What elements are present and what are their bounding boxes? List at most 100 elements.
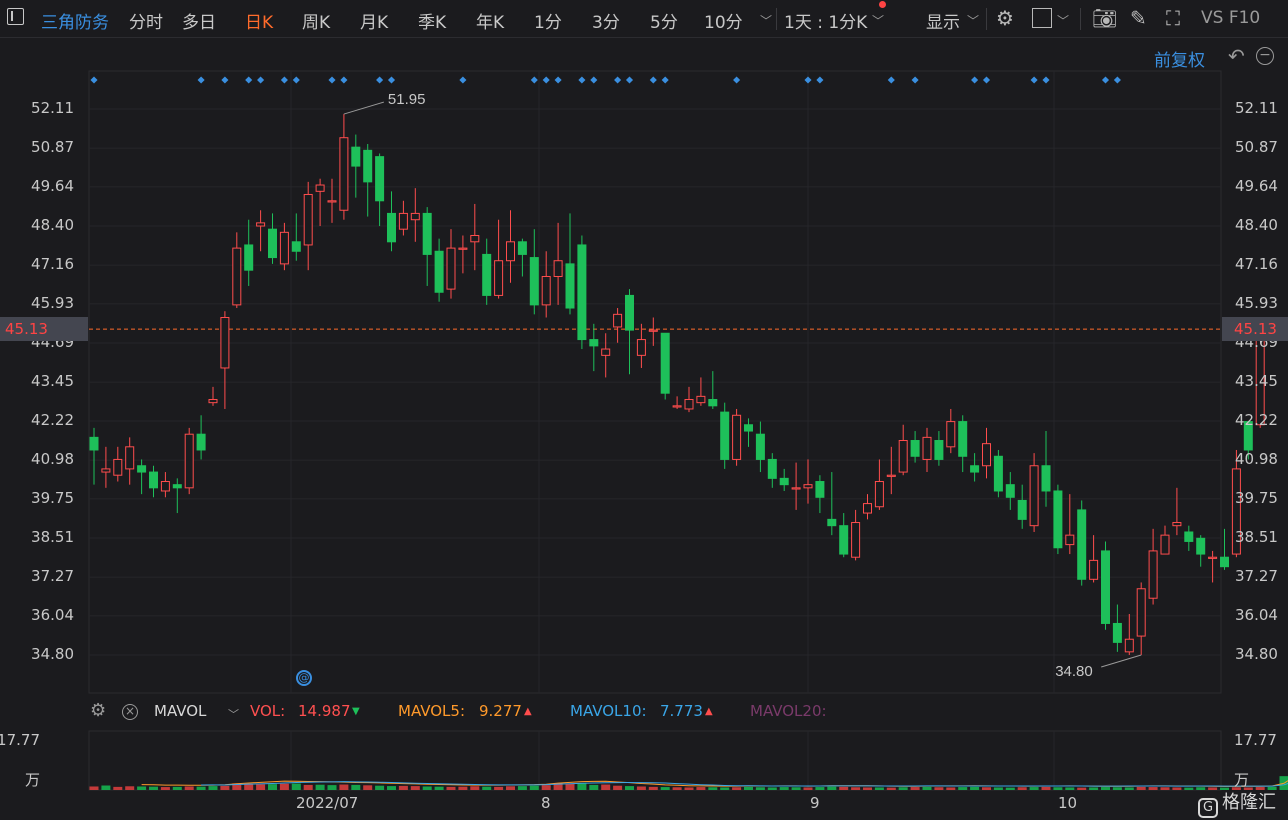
candle-body xyxy=(1208,556,1218,559)
candle-body xyxy=(636,339,646,356)
y-tick-label: 42.22 xyxy=(31,410,74,429)
candle-body xyxy=(601,348,611,356)
signal-marker xyxy=(221,76,229,84)
candle-body xyxy=(375,156,385,202)
volume-bar xyxy=(315,784,325,790)
volume-bar xyxy=(1041,786,1051,790)
volume-bar xyxy=(1148,787,1158,790)
volume-bar xyxy=(410,786,420,790)
close-icon[interactable]: × xyxy=(122,704,138,720)
candle-body xyxy=(863,503,872,514)
signal-marker xyxy=(554,76,562,84)
y-tick-label: 48.40 xyxy=(1235,216,1278,235)
candle-body xyxy=(184,433,194,489)
signal-marker xyxy=(1042,76,1050,84)
volume-bar xyxy=(636,786,646,790)
candle-body xyxy=(363,149,373,183)
volume-bar xyxy=(934,787,944,790)
volume-bar xyxy=(196,786,206,790)
volume-bar xyxy=(708,787,718,790)
y-tick-label: 49.64 xyxy=(1235,176,1278,195)
event-marker-icon[interactable]: @ xyxy=(296,670,312,686)
volume-bar xyxy=(1136,786,1146,790)
volume-bar xyxy=(589,784,599,790)
volume-bar xyxy=(1089,787,1099,790)
volume-bar xyxy=(446,786,456,790)
volume-bar xyxy=(351,784,361,790)
volume-bar xyxy=(732,787,742,790)
signal-marker xyxy=(387,76,396,84)
signal-marker xyxy=(614,76,622,84)
volume-bar xyxy=(541,785,551,790)
y-tick-label: 48.40 xyxy=(31,216,74,235)
signal-marker xyxy=(911,76,919,84)
signal-marker xyxy=(257,76,265,84)
y-tick-label: 45.93 xyxy=(1235,293,1278,312)
signal-marker xyxy=(1030,76,1038,84)
indicator-name[interactable]: MAVOL xyxy=(154,702,206,720)
indicator-bar: ⚙ × MAVOL ﹀ VOL: 14.987 ▼ MAVOL5: 9.277 … xyxy=(90,698,1220,726)
candle-body xyxy=(529,257,539,306)
candle-body xyxy=(541,275,551,306)
candle-body xyxy=(1124,638,1134,653)
volume-bar xyxy=(89,786,99,790)
candle-body xyxy=(208,399,218,404)
candle-body xyxy=(744,424,753,432)
volume-bar xyxy=(1065,787,1075,790)
candle-body xyxy=(993,455,1003,492)
brand-logo: G 格隆汇 xyxy=(1198,788,1276,818)
candle-body xyxy=(910,440,920,457)
volume-bar xyxy=(993,787,1003,790)
candle-body xyxy=(851,522,861,558)
candle-body xyxy=(387,212,396,243)
candle-body xyxy=(934,440,944,460)
candle-body xyxy=(315,184,325,192)
candle-body xyxy=(1065,534,1075,546)
candle-body xyxy=(779,477,789,486)
volume-bar xyxy=(1005,787,1015,790)
candle-body xyxy=(970,465,980,473)
candle-body xyxy=(708,399,718,407)
volume-bar xyxy=(1160,787,1170,790)
volume-bar xyxy=(160,787,170,790)
volume-bar xyxy=(517,786,527,790)
candle-body xyxy=(351,146,361,167)
volume-bar xyxy=(363,785,373,790)
date-label: 2022/07 xyxy=(296,794,359,812)
volume-bar xyxy=(398,785,408,790)
gear-icon[interactable]: ⚙ xyxy=(90,700,106,721)
volume-bar xyxy=(494,786,504,790)
volume-bar xyxy=(577,783,587,790)
chevron-down-icon[interactable]: ﹀ xyxy=(228,706,239,722)
volume-bar xyxy=(422,786,432,790)
logo-icon: G xyxy=(1198,798,1218,818)
volume-bar xyxy=(387,786,396,790)
signal-marker xyxy=(578,76,586,84)
volume-bar xyxy=(791,787,801,790)
candle-body xyxy=(172,484,182,489)
volume-bar xyxy=(1029,787,1039,790)
volume-bar xyxy=(529,785,539,790)
signal-marker xyxy=(625,76,634,84)
signal-marker xyxy=(459,76,467,84)
y-tick-label: 39.75 xyxy=(31,488,74,507)
signal-marker xyxy=(887,76,895,84)
volume-bar xyxy=(1124,787,1134,790)
volume-bar xyxy=(827,786,837,790)
candle-body xyxy=(720,411,730,460)
volume-bar xyxy=(672,787,682,790)
volume-bar xyxy=(779,787,789,790)
volume-bar xyxy=(327,785,337,790)
volume-bar xyxy=(601,784,611,790)
candle-body xyxy=(220,316,230,369)
candle-body xyxy=(137,465,147,473)
date-label: 8 xyxy=(541,794,551,812)
candle-body xyxy=(874,481,884,508)
signal-marker xyxy=(90,76,98,84)
volume-bar xyxy=(1101,787,1110,790)
y-tick-label: 40.98 xyxy=(1235,450,1278,469)
candle-body xyxy=(1101,550,1110,624)
candle-body xyxy=(196,433,206,451)
signal-marker xyxy=(661,76,669,84)
candle-body xyxy=(660,332,670,394)
